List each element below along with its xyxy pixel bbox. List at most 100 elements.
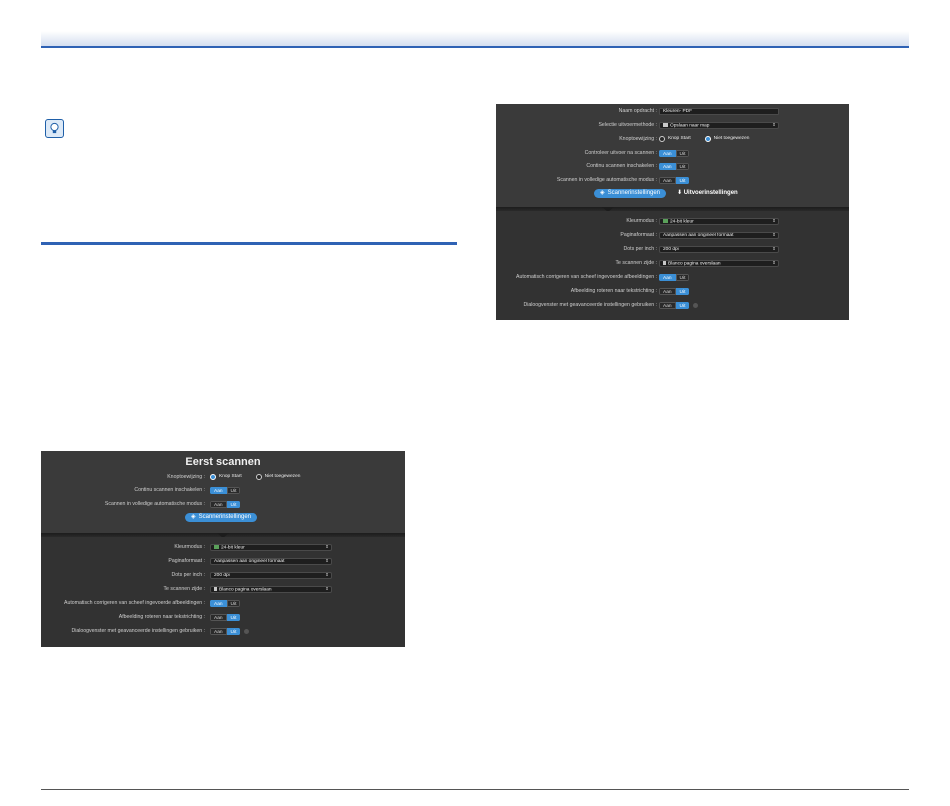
dialog-toggle[interactable]: Aan Uit — [659, 301, 690, 309]
toggle-off[interactable]: Uit — [226, 613, 241, 621]
radio-not-assigned[interactable]: Niet toegewezen — [704, 134, 749, 144]
toggle-on[interactable]: Aan — [659, 149, 676, 157]
color-mode-select[interactable]: 24-bit kleur — [210, 543, 332, 551]
dialog-row: Dialoogvenster met geavanceerde instelli… — [496, 300, 849, 310]
button-assign-label: Knoptoewijzing : — [167, 474, 205, 480]
full-auto-toggle[interactable]: Aan Uit — [210, 500, 241, 508]
toggle-off[interactable]: Uit — [675, 301, 690, 309]
toggle-off[interactable]: Uit — [675, 176, 690, 184]
dialog-toggle[interactable]: Aan Uit — [210, 627, 241, 635]
dpi-row: Dots per inch : 200 dpi — [496, 244, 849, 254]
scan-side-label: Te scannen zijde : — [163, 586, 205, 592]
page-size-label: Paginaformaat : — [620, 232, 657, 238]
toggle-off[interactable]: Uit — [226, 486, 241, 494]
dpi-select[interactable]: 200 dpi — [659, 245, 779, 253]
toggle-on[interactable]: Aan — [210, 500, 227, 508]
toggle-on[interactable]: Aan — [210, 613, 227, 621]
toggle-off[interactable]: Uit — [226, 599, 241, 607]
dialog-label: Dialoogvenster met geavanceerde instelli… — [71, 628, 205, 634]
dpi-row: Dots per inch : 200 dpi — [41, 570, 405, 580]
tab-scanner-settings[interactable]: ◈ Scannerinstellingen — [185, 513, 257, 522]
toggle-on[interactable]: Aan — [659, 273, 676, 281]
toggle-off[interactable]: Uit — [675, 273, 690, 281]
scan-side-label: Te scannen zijde : — [615, 260, 657, 266]
job-name-row: Naam opdracht : Kleuren- PDF — [496, 106, 849, 116]
tab-scanner-label: Scannerinstellingen — [198, 514, 251, 520]
deskew-label: Automatisch corrigeren van scheef ingevo… — [515, 274, 657, 280]
full-auto-row: Scannen in volledige automatische modus … — [41, 499, 405, 509]
toggle-on[interactable]: Aan — [210, 486, 227, 494]
rotate-toggle[interactable]: Aan Uit — [659, 287, 690, 295]
color-mode-label: Kleurmodus : — [626, 218, 657, 224]
check-output-row: Controleer uitvoer na scannen : Aan Uit — [496, 148, 849, 158]
button-assign-label: Knoptoewijzing : — [619, 136, 657, 142]
scan-side-select[interactable]: Blanco pagina overslaan — [659, 259, 779, 267]
job-name-input[interactable]: Kleuren- PDF — [659, 107, 779, 115]
manual-page: Eerst scannen Knoptoewijzing : Knop Star… — [0, 0, 950, 806]
color-mode-label: Kleurmodus : — [174, 544, 205, 550]
toggle-off[interactable]: Uit — [675, 162, 690, 170]
scanner-tab-icon: ◈ — [600, 190, 605, 196]
section-rule — [41, 242, 457, 245]
toggle-off[interactable]: Uit — [675, 287, 690, 295]
radio-icon — [659, 136, 665, 142]
tab-scanner-settings[interactable]: ◈ Scannerinstellingen — [594, 189, 666, 198]
toggle-on[interactable]: Aan — [210, 599, 227, 607]
color-mode-row: Kleurmodus : 24-bit kleur — [496, 216, 849, 226]
continuous-scan-toggle[interactable]: Aan Uit — [210, 486, 241, 494]
toggle-on[interactable]: Aan — [210, 627, 227, 635]
dpi-select[interactable]: 200 dpi — [210, 571, 332, 579]
rotate-toggle[interactable]: Aan Uit — [210, 613, 241, 621]
dpi-label: Dots per inch : — [171, 572, 205, 578]
toggle-on[interactable]: Aan — [659, 287, 676, 295]
deskew-label: Automatisch corrigeren van scheef ingevo… — [63, 600, 205, 606]
deskew-row: Automatisch corrigeren van scheef ingevo… — [41, 598, 405, 608]
radio-icon — [255, 474, 262, 480]
color-mode-icon — [214, 544, 219, 549]
page-size-select[interactable]: Aanpassen aan origineel formaat — [210, 557, 332, 565]
full-auto-toggle[interactable]: Aan Uit — [659, 176, 690, 184]
color-mode-row: Kleurmodus : 24-bit kleur — [41, 542, 405, 552]
continuous-scan-label: Continu scannen inschakelen : — [134, 487, 205, 493]
deskew-toggle[interactable]: Aan Uit — [210, 599, 241, 607]
toggle-on[interactable]: Aan — [659, 301, 676, 309]
radio-start-button[interactable]: Knop Start — [659, 134, 691, 144]
check-output-toggle[interactable]: Aan Uit — [659, 149, 690, 157]
toggle-on[interactable]: Aan — [659, 162, 676, 170]
page-size-row: Paginaformaat : Aanpassen aan origineel … — [496, 230, 849, 240]
radio-start-button[interactable]: Knop Start — [210, 472, 242, 482]
hint-lightbulb-icon — [45, 119, 64, 138]
settings-dot-icon[interactable] — [244, 628, 250, 634]
full-auto-label: Scannen in volledige automatische modus … — [104, 501, 205, 507]
scan-side-select[interactable]: Blanco pagina overslaan — [210, 585, 332, 593]
radio-not-assigned[interactable]: Niet toegewezen — [255, 472, 300, 482]
continuous-scan-toggle[interactable]: Aan Uit — [659, 162, 690, 170]
output-method-select[interactable]: Opslaan naar map — [659, 121, 779, 129]
tab-output-label: Uitvoerinstellingen — [683, 190, 738, 196]
scan-side-row: Te scannen zijde : Blanco pagina oversla… — [41, 584, 405, 594]
check-output-label: Controleer uitvoer na scannen : — [584, 150, 657, 156]
toggle-on[interactable]: Aan — [659, 176, 676, 184]
toggle-off[interactable]: Uit — [226, 500, 241, 508]
continuous-scan-row: Continu scannen inschakelen : Aan Uit — [496, 161, 849, 171]
folder-icon — [663, 122, 668, 127]
settings-dot-icon[interactable] — [693, 302, 699, 308]
dialog-row: Dialoogvenster met geavanceerde instelli… — [41, 626, 405, 636]
job-name-label: Naam opdracht : — [618, 108, 657, 114]
button-assign-row: Knoptoewijzing : Knop Start Niet toegewe… — [41, 472, 405, 482]
full-auto-row: Scannen in volledige automatische modus … — [496, 175, 849, 185]
toggle-off[interactable]: Uit — [675, 149, 690, 157]
rotate-row: Afbeelding roteren naar tekstrichting : … — [41, 612, 405, 622]
rotate-label: Afbeelding roteren naar tekstrichting : — [118, 614, 205, 620]
page-size-select[interactable]: Aanpassen aan origineel formaat — [659, 231, 779, 239]
dpi-label: Dots per inch : — [623, 246, 657, 252]
output-method-row: Selectie uitvoermethode : Opslaan naar m… — [496, 120, 849, 130]
color-mode-select[interactable]: 24-bit kleur — [659, 217, 779, 225]
scan-side-row: Te scannen zijde : Blanco pagina oversla… — [496, 258, 849, 268]
radio-icon — [210, 474, 216, 480]
tab-output-settings[interactable]: ⬇ Uitvoerinstellingen — [677, 189, 738, 198]
first-scan-settings-panel: Eerst scannen Knoptoewijzing : Knop Star… — [41, 451, 405, 647]
output-method-label: Selectie uitvoermethode : — [598, 122, 657, 128]
deskew-toggle[interactable]: Aan Uit — [659, 273, 690, 281]
toggle-off[interactable]: Uit — [226, 627, 241, 635]
